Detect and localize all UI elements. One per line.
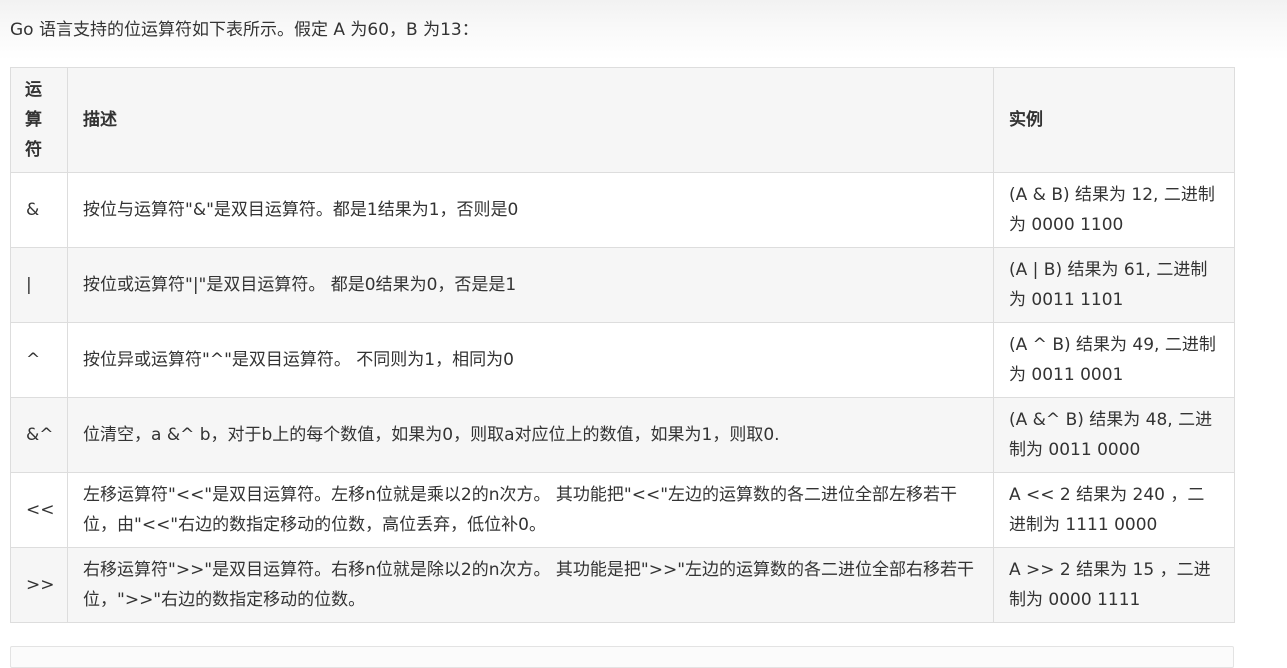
- example-cell: (A &^ B) 结果为 48, 二进制为 0011 0000: [993, 397, 1235, 473]
- table-header-row: 运算符 描述 实例: [10, 67, 1235, 173]
- example-cell: (A ^ B) 结果为 49, 二进制为 0011 0001: [993, 322, 1235, 398]
- description-cell: 按位异或运算符"^"是双目运算符。 不同则为1，相同为0: [67, 322, 994, 398]
- example-cell: (A & B) 结果为 12, 二进制为 0000 1100: [993, 172, 1235, 248]
- example-cell: A << 2 结果为 240 ，二进制为 1111 0000: [993, 472, 1235, 548]
- bitwise-operators-table: 运算符 描述 实例 & 按位与运算符"&"是双目运算符。都是1结果为1，否则是0…: [10, 67, 1235, 623]
- description-cell: 右移运算符">>"是双目运算符。右移n位就是除以2的n次方。 其功能是把">>"…: [67, 547, 994, 623]
- description-cell: 位清空，a &^ b，对于b上的每个数值，如果为0，则取a对应位上的数值，如果为…: [67, 397, 994, 473]
- operator-cell: >>: [10, 547, 68, 623]
- header-operator: 运算符: [10, 67, 68, 173]
- description-cell: 左移运算符"<<"是双目运算符。左移n位就是乘以2的n次方。 其功能把"<<"左…: [67, 472, 994, 548]
- header-example: 实例: [993, 67, 1235, 173]
- operator-cell: |: [10, 247, 68, 323]
- operator-cell: <<: [10, 472, 68, 548]
- description-cell: 按位与运算符"&"是双目运算符。都是1结果为1，否则是0: [67, 172, 994, 248]
- example-cell: A >> 2 结果为 15 ，二进制为 0000 1111: [993, 547, 1235, 623]
- operator-cell: &: [10, 172, 68, 248]
- header-description: 描述: [67, 67, 994, 173]
- table-row: >> 右移运算符">>"是双目运算符。右移n位就是除以2的n次方。 其功能是把"…: [10, 547, 1235, 623]
- example-cell: (A | B) 结果为 61, 二进制为 0011 1101: [993, 247, 1235, 323]
- table-row: << 左移运算符"<<"是双目运算符。左移n位就是乘以2的n次方。 其功能把"<…: [10, 472, 1235, 548]
- operator-cell: &^: [10, 397, 68, 473]
- next-code-block: [10, 646, 1234, 668]
- table-row: ^ 按位异或运算符"^"是双目运算符。 不同则为1，相同为0 (A ^ B) 结…: [10, 322, 1235, 398]
- operator-cell: ^: [10, 322, 68, 398]
- table-row: | 按位或运算符"|"是双目运算符。 都是0结果为0，否是是1 (A | B) …: [10, 247, 1235, 323]
- table-row: &^ 位清空，a &^ b，对于b上的每个数值，如果为0，则取a对应位上的数值，…: [10, 397, 1235, 473]
- description-cell: 按位或运算符"|"是双目运算符。 都是0结果为0，否是是1: [67, 247, 994, 323]
- table-row: & 按位与运算符"&"是双目运算符。都是1结果为1，否则是0 (A & B) 结…: [10, 172, 1235, 248]
- intro-text: Go 语言支持的位运算符如下表所示。假定 A 为60，B 为13：: [10, 20, 479, 40]
